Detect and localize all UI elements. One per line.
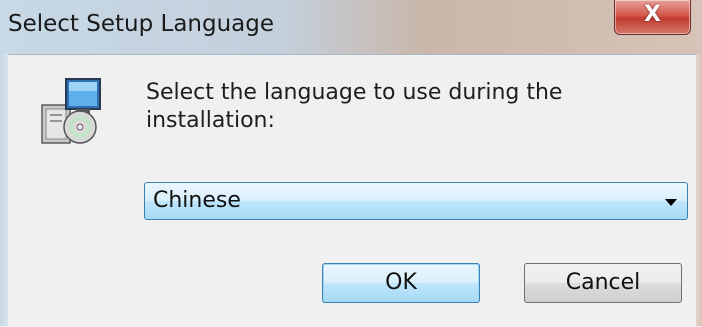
- language-select[interactable]: Chinese: [144, 182, 688, 220]
- window-frame-right: [696, 54, 702, 326]
- close-button[interactable]: X: [614, 0, 691, 35]
- chevron-down-icon[interactable]: [665, 199, 677, 206]
- window-title: Select Setup Language: [8, 11, 275, 37]
- setup-installer-icon: [41, 78, 101, 144]
- title-bar: Select Setup Language X: [0, 0, 702, 54]
- language-select-value: Chinese: [153, 188, 241, 213]
- close-icon: X: [644, 2, 661, 27]
- cancel-button[interactable]: Cancel: [524, 263, 682, 303]
- window-frame-left: [0, 54, 8, 326]
- language-prompt: Select the language to use during the in…: [146, 80, 563, 133]
- dialog-body: Select the language to use during the in…: [8, 54, 696, 327]
- ok-button[interactable]: OK: [322, 263, 480, 303]
